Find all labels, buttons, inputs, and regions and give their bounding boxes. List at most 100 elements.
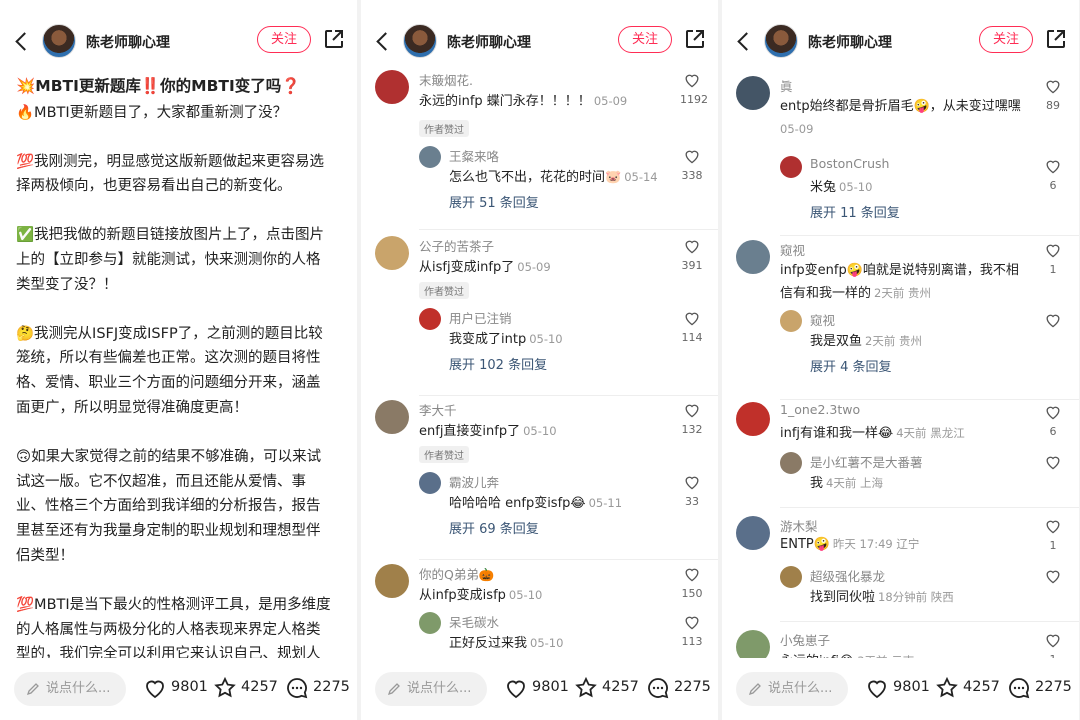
comment-like-button[interactable]: 89 bbox=[1041, 78, 1065, 112]
comment-like-button[interactable]: 391 bbox=[680, 238, 704, 272]
commenter-avatar[interactable] bbox=[375, 400, 409, 434]
back-icon[interactable] bbox=[736, 32, 750, 50]
reply-user-name[interactable]: 王粲来咯 bbox=[449, 146, 499, 165]
reply-avatar[interactable] bbox=[780, 566, 802, 588]
commenter-avatar[interactable] bbox=[375, 70, 409, 104]
divider bbox=[780, 399, 1079, 400]
reply-avatar[interactable] bbox=[780, 452, 802, 474]
commenter-name[interactable]: 你的Q弟弟🎃 bbox=[419, 564, 494, 583]
commenter-avatar[interactable] bbox=[736, 402, 770, 436]
commenter-avatar[interactable] bbox=[736, 76, 770, 110]
commenter-avatar[interactable] bbox=[736, 630, 770, 660]
comment-input[interactable]: 说点什么... bbox=[14, 672, 126, 706]
commenter-name[interactable]: 窥视 bbox=[780, 240, 805, 259]
commenter-name[interactable]: 末簸烟花. bbox=[419, 70, 473, 89]
comment-like-button[interactable]: 150 bbox=[680, 566, 704, 600]
reply-avatar[interactable] bbox=[419, 308, 441, 330]
author-name[interactable]: 陈老师聊心理 bbox=[447, 32, 531, 52]
follow-button[interactable]: 关注 bbox=[257, 26, 311, 53]
reply-user-name[interactable]: 用户已注销 bbox=[449, 308, 512, 327]
reply-avatar[interactable] bbox=[419, 472, 441, 494]
back-icon[interactable] bbox=[14, 32, 28, 50]
follow-button[interactable]: 关注 bbox=[979, 26, 1033, 53]
author-avatar[interactable] bbox=[764, 24, 798, 58]
reply-like-button[interactable] bbox=[1041, 568, 1065, 584]
post-line: 择两极倾向，也更容易看出自己的新变化。 bbox=[16, 178, 292, 195]
comment-input[interactable]: 说点什么... bbox=[736, 672, 848, 706]
reply-avatar[interactable] bbox=[419, 612, 441, 634]
comment-like-button[interactable]: 1 bbox=[1041, 518, 1065, 552]
bottom-bar: 说点什么... 9801 4257 2275 bbox=[722, 658, 1079, 720]
reply-user-name[interactable]: 超级强化暴龙 bbox=[810, 566, 885, 585]
pencil-icon bbox=[26, 683, 39, 696]
commenter-name[interactable]: 李大千 bbox=[419, 400, 457, 419]
comment-item: 1_one2.3two infj有谁和我一样😂 4天前 黑龙江 6 是小红薯不是大番薯我… bbox=[722, 402, 1079, 508]
comment-body: 从infp变成isfp bbox=[419, 588, 506, 603]
author-avatar[interactable] bbox=[403, 24, 437, 58]
top-bar: 陈老师聊心理 关注 bbox=[0, 22, 357, 62]
commenter-name[interactable]: 小兔崽子 bbox=[780, 630, 830, 649]
reply-like-button[interactable] bbox=[1041, 454, 1065, 470]
comment-like-button[interactable]: 1192 bbox=[680, 72, 708, 106]
expand-replies-link[interactable]: 展开 11 条回复 bbox=[810, 202, 900, 221]
commenter-avatar[interactable] bbox=[736, 516, 770, 550]
comment-like-button[interactable]: 132 bbox=[680, 402, 704, 436]
reply-like-button[interactable]: 114 bbox=[680, 310, 704, 344]
reply-body: 哈哈哈哈 enfp变isfp😂 bbox=[449, 496, 586, 511]
reply-meta: 4天前 上海 bbox=[826, 476, 883, 490]
reply-like-button[interactable]: 6 bbox=[1041, 158, 1065, 192]
author-avatar[interactable] bbox=[42, 24, 76, 58]
reply-avatar[interactable] bbox=[780, 310, 802, 332]
reply-avatar[interactable] bbox=[780, 156, 802, 178]
back-icon[interactable] bbox=[375, 32, 389, 50]
comment-item: 末簸烟花. 永远的infp 蝶门永存！！！！ 05-09 1192 作者赞过 王粲来咯 怎么… bbox=[361, 70, 718, 230]
comment-meta: 05-09 bbox=[517, 260, 551, 274]
divider bbox=[419, 395, 718, 396]
reply-like-button[interactable] bbox=[1041, 312, 1065, 328]
expand-replies-link[interactable]: 展开 69 条回复 bbox=[449, 518, 539, 537]
expand-replies-link[interactable]: 展开 102 条回复 bbox=[449, 354, 547, 373]
reply-like-button[interactable]: 113 bbox=[680, 614, 704, 648]
commenter-avatar[interactable] bbox=[375, 236, 409, 270]
reply-like-button[interactable]: 338 bbox=[680, 148, 704, 182]
commenter-name[interactable]: 眞 bbox=[780, 76, 793, 95]
reply-user-name[interactable]: 呆毛碳水 bbox=[449, 612, 499, 631]
post-line: 🔥MBTI更新题目了，大家都重新测了没？ bbox=[16, 104, 288, 121]
commenter-avatar[interactable] bbox=[736, 240, 770, 274]
share-icon[interactable] bbox=[1045, 28, 1067, 50]
expand-replies-link[interactable]: 展开 4 条回复 bbox=[810, 356, 892, 375]
author-name[interactable]: 陈老师聊心理 bbox=[86, 32, 170, 52]
reply-user-name[interactable]: 是小红薯不是大番薯 bbox=[810, 452, 923, 471]
reply-like-count: 33 bbox=[685, 495, 699, 508]
comment-like-button[interactable]: 1 bbox=[1041, 632, 1065, 660]
post-line: ✅我把我做的新题目链接放图片上了，点击图片 bbox=[16, 227, 325, 244]
reply-avatar[interactable] bbox=[419, 146, 441, 168]
reply-like-button[interactable]: 33 bbox=[680, 474, 704, 508]
reply-user-name[interactable]: BostonCrush bbox=[810, 156, 889, 171]
reply-text: 米兔 05-10 bbox=[810, 176, 872, 195]
commenter-avatar[interactable] bbox=[375, 564, 409, 598]
comment-input[interactable]: 说点什么... bbox=[375, 672, 487, 706]
comment-list: 眞 entp始终都是骨折眉毛🤪，从未变过嘿嘿 05-09 89 BostonCrush 米… bbox=[722, 66, 1079, 660]
like-count: 9801 bbox=[532, 679, 569, 695]
commenter-name[interactable]: 公子的苦茶子 bbox=[419, 236, 494, 255]
commenter-name[interactable]: 游木梨 bbox=[780, 516, 818, 535]
comment-placeholder: 说点什么... bbox=[768, 681, 833, 696]
commenter-name[interactable]: 1_one2.3two bbox=[780, 402, 860, 417]
comment-body: 永远的infp 蝶门永存！！！！ bbox=[419, 94, 591, 109]
expand-replies-link[interactable]: 展开 51 条回复 bbox=[449, 192, 539, 211]
comment-icon bbox=[648, 678, 669, 699]
post-body: 💥MBTI更新题库‼️你的MBTI变了吗❓ 🔥MBTI更新题目了，大家都重新测了… bbox=[16, 74, 345, 716]
author-name[interactable]: 陈老师聊心理 bbox=[808, 32, 892, 52]
follow-button[interactable]: 关注 bbox=[618, 26, 672, 53]
share-icon[interactable] bbox=[684, 28, 706, 50]
share-icon[interactable] bbox=[323, 28, 345, 50]
comment-like-button[interactable]: 1 bbox=[1041, 242, 1065, 276]
comment-count: 2275 bbox=[313, 679, 350, 695]
collect-count: 4257 bbox=[241, 679, 278, 695]
divider bbox=[780, 621, 1079, 622]
comment-like-button[interactable]: 6 bbox=[1041, 404, 1065, 438]
reply-user-name[interactable]: 窥视 bbox=[810, 310, 835, 329]
reply-user-name[interactable]: 霸波儿奔 bbox=[449, 472, 499, 491]
reply-meta: 2天前 贵州 bbox=[865, 334, 922, 348]
